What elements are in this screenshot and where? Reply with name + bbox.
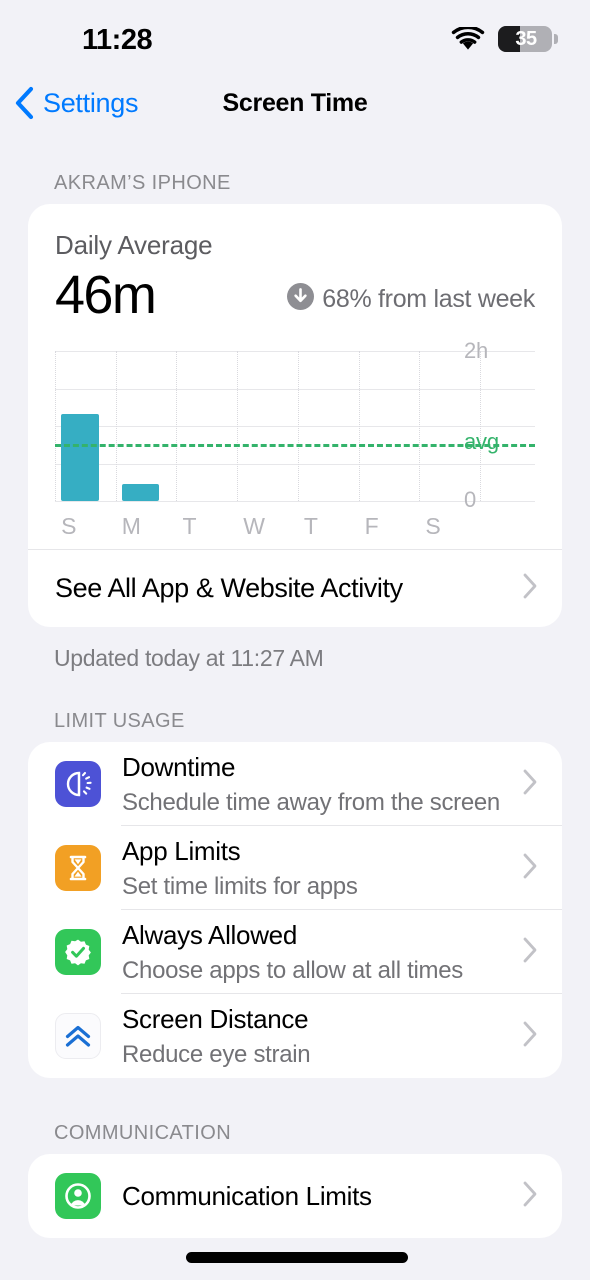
chart-gridline-vertical <box>237 351 239 502</box>
device-section-header: AKRAM’S IPHONE <box>54 172 231 194</box>
navigation-bar: Settings Screen Time <box>0 72 590 134</box>
chevron-right-icon <box>510 572 538 605</box>
summary-value-row: 46m 68% from last week <box>55 265 535 325</box>
communication-limits-text: Communication Limits <box>122 1180 510 1213</box>
person-circle-icon <box>55 1173 101 1220</box>
daily-average-label: Daily Average <box>55 230 213 260</box>
chart-plot-area: 2h avg 0 <box>55 338 535 512</box>
chart-bar[interactable] <box>61 413 99 502</box>
downtime-moon-icon <box>55 761 101 808</box>
settings-row-downtime[interactable]: Downtime Schedule time away from the scr… <box>28 742 562 827</box>
chart-gridline-vertical <box>297 351 299 502</box>
chart-gridline-vertical <box>55 351 56 502</box>
limit-usage-header: LIMIT USAGE <box>54 710 185 733</box>
chart-bar[interactable] <box>121 483 160 502</box>
battery-icon: 35 <box>498 26 558 52</box>
settings-scroll-view[interactable]: AKRAM’S IPHONE Daily Average 46m 68% fro… <box>0 134 590 1239</box>
hourglass-icon <box>55 845 101 892</box>
chart-x-label: M <box>121 513 141 540</box>
weekly-delta: 68% from last week <box>287 283 535 325</box>
limit-usage-card: Downtime Schedule time away from the scr… <box>28 742 562 1079</box>
always-allowed-text: Always Allowed Choose apps to allow at a… <box>122 919 510 987</box>
app-limits-text: App Limits Set time limits for apps <box>122 835 510 903</box>
communication-limits-title: Communication Limits <box>122 1181 372 1212</box>
see-all-activity-row[interactable]: See All App & Website Activity <box>28 549 562 627</box>
arrow-down-circle-icon <box>287 283 315 315</box>
communication-card: Communication Limits <box>28 1154 562 1239</box>
settings-row-always-allowed[interactable]: Always Allowed Choose apps to allow at a… <box>28 910 562 995</box>
chevron-right-icon <box>510 1020 538 1053</box>
home-indicator <box>186 1252 408 1263</box>
screen-distance-title: Screen Distance <box>122 1003 309 1034</box>
double-chevron-up-icon <box>55 1013 101 1060</box>
wifi-icon <box>451 26 485 52</box>
chevron-right-icon <box>510 1180 538 1213</box>
updated-note: Updated today at 11:27 AM <box>54 645 324 672</box>
back-button[interactable]: Settings <box>14 86 138 120</box>
app-limits-subtitle: Set time limits for apps <box>122 873 358 901</box>
y-axis-label-max: 2h <box>464 338 489 364</box>
summary-content: Daily Average 46m 68% from last week <box>28 204 562 325</box>
chart-gridline-horizontal <box>55 501 535 503</box>
chart-x-axis-labels: SMTWTFS <box>55 505 535 547</box>
screen-distance-subtitle: Reduce eye strain <box>122 1041 311 1069</box>
settings-row-screen-distance[interactable]: Screen Distance Reduce eye strain <box>28 994 562 1078</box>
chart-x-label: F <box>364 513 379 540</box>
usage-bar-chart[interactable]: 2h avg 0 <box>28 338 562 512</box>
y-axis-label-avg: avg <box>464 428 499 454</box>
chart-x-label: S <box>425 513 441 540</box>
see-all-activity-label: See All App & Website Activity <box>55 573 403 604</box>
downtime-text: Downtime Schedule time away from the scr… <box>122 751 510 819</box>
battery-percent-label: 35 <box>515 27 537 50</box>
chart-y-axis: 2h avg 0 <box>453 338 508 512</box>
app-limits-title: App Limits <box>122 835 241 866</box>
chart-gridline-vertical <box>419 351 421 502</box>
chart-gridline-vertical <box>115 351 117 502</box>
settings-row-app-limits[interactable]: App Limits Set time limits for apps <box>28 826 562 911</box>
chart-x-label: W <box>243 513 265 540</box>
chevron-left-icon <box>14 86 34 120</box>
downtime-subtitle: Schedule time away from the screen <box>122 789 500 817</box>
chart-x-label: S <box>61 513 77 540</box>
back-button-label: Settings <box>43 87 139 118</box>
chart-x-label: T <box>182 513 197 540</box>
chart-gridline-vertical <box>176 351 178 502</box>
chevron-right-icon <box>510 936 538 969</box>
screen-distance-text: Screen Distance Reduce eye strain <box>122 1003 510 1071</box>
status-bar-time: 11:28 <box>82 24 153 56</box>
daily-average-value: 46m <box>55 265 157 325</box>
communication-header: COMMUNICATION <box>54 1122 232 1145</box>
check-badge-icon <box>55 929 101 976</box>
status-bar: 11:28 35 <box>0 0 590 72</box>
chart-bars-container <box>55 351 535 503</box>
chart-gridline-vertical <box>358 351 360 502</box>
downtime-title: Downtime <box>122 751 236 782</box>
chevron-right-icon <box>510 852 538 885</box>
settings-row-communication-limits[interactable]: Communication Limits <box>28 1154 562 1238</box>
summary-card: Daily Average 46m 68% from last week 2h … <box>28 204 562 628</box>
chart-x-label: T <box>303 513 318 540</box>
weekly-delta-label: 68% from last week <box>322 284 535 313</box>
always-allowed-title: Always Allowed <box>122 919 297 950</box>
status-bar-indicators: 35 <box>451 26 558 52</box>
chevron-right-icon <box>510 768 538 801</box>
always-allowed-subtitle: Choose apps to allow at all times <box>122 957 463 985</box>
